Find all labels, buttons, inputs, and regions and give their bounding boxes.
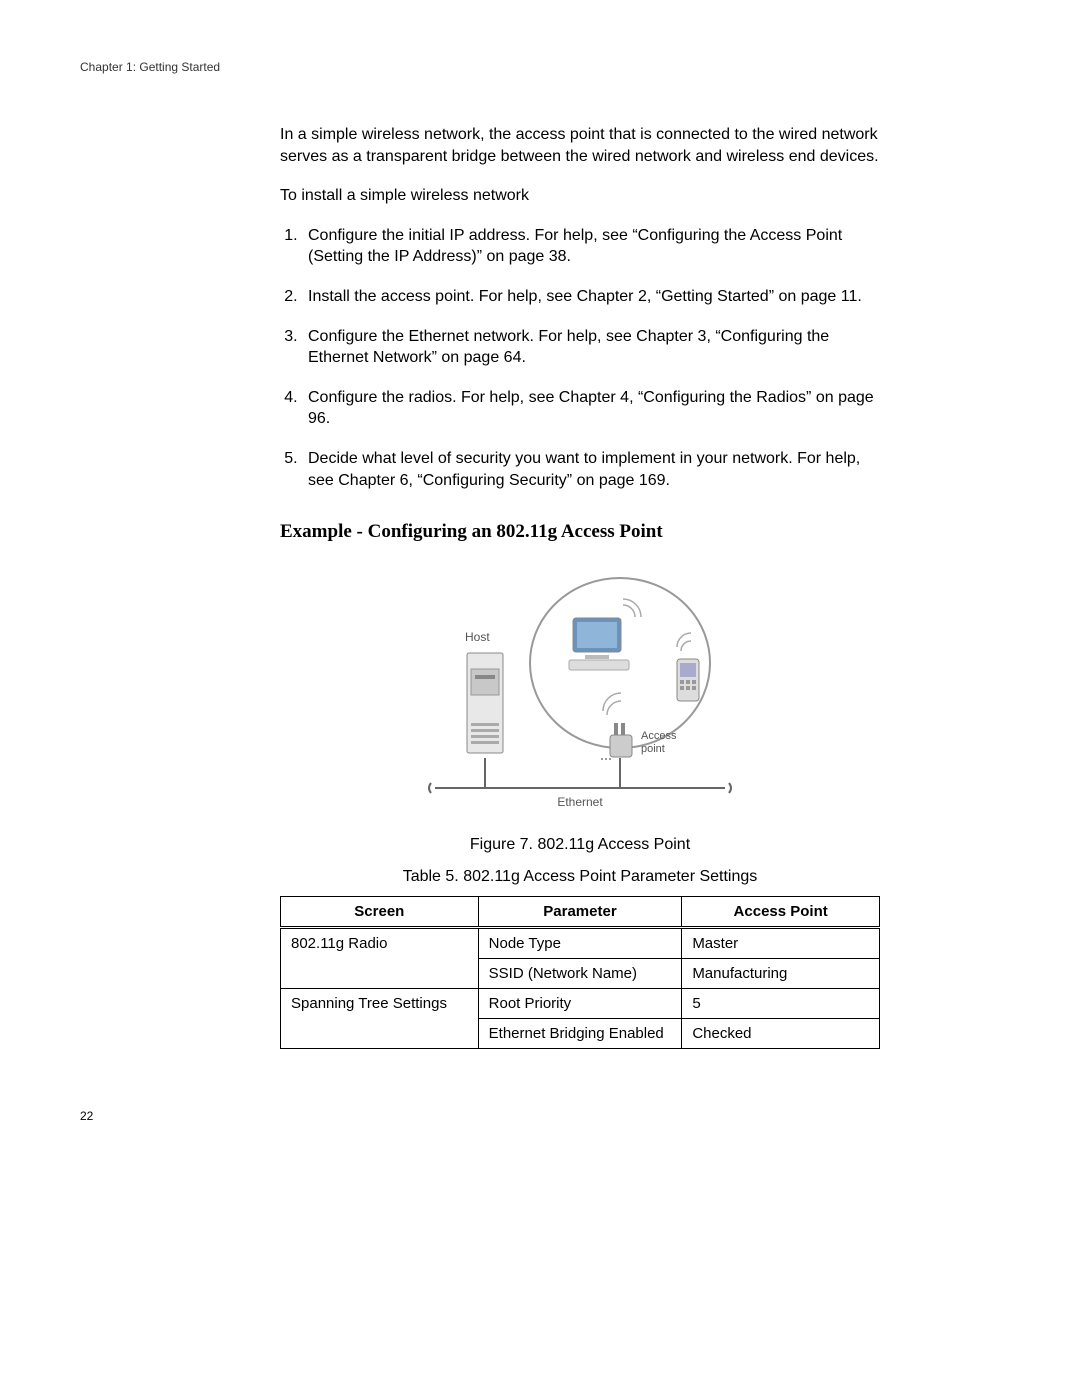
table-row: 802.11g Radio Node Type Master — [281, 928, 880, 959]
network-diagram-svg: Ethernet Host — [425, 563, 735, 813]
cell-param: Root Priority — [478, 989, 682, 1019]
col-access-point: Access Point — [682, 897, 880, 928]
network-diagram: Ethernet Host — [280, 563, 880, 818]
cell-value: 5 — [682, 989, 880, 1019]
cell-value: Master — [682, 928, 880, 959]
ap-label-2: point — [641, 743, 665, 755]
page-number: 22 — [80, 1109, 1000, 1123]
install-steps: Configure the initial IP address. For he… — [280, 225, 880, 491]
ap-label-1: Access — [641, 730, 677, 742]
cell-value: Manufacturing — [682, 959, 880, 989]
table-caption: Table 5. 802.11g Access Point Parameter … — [280, 868, 880, 886]
main-content: In a simple wireless network, the access… — [280, 124, 880, 1049]
cell-value: Checked — [682, 1019, 880, 1049]
figure-caption: Figure 7. 802.11g Access Point — [280, 836, 880, 854]
col-screen: Screen — [281, 897, 479, 928]
step-2: Install the access point. For help, see … — [302, 286, 880, 308]
step-1: Configure the initial IP address. For he… — [302, 225, 880, 268]
step-4: Configure the radios. For help, see Chap… — [302, 387, 880, 430]
cell-param: Ethernet Bridging Enabled — [478, 1019, 682, 1049]
chapter-header: Chapter 1: Getting Started — [80, 60, 1000, 74]
cell-param: SSID (Network Name) — [478, 959, 682, 989]
col-parameter: Parameter — [478, 897, 682, 928]
parameter-table: Screen Parameter Access Point 802.11g Ra… — [280, 896, 880, 1049]
step-3: Configure the Ethernet network. For help… — [302, 326, 880, 369]
step-5: Decide what level of security you want t… — [302, 448, 880, 491]
intro-paragraph: In a simple wireless network, the access… — [280, 124, 880, 167]
section-heading: Example - Configuring an 802.11g Access … — [280, 521, 880, 543]
cell-screen: 802.11g Radio — [281, 928, 479, 989]
lead-sentence: To install a simple wireless network — [280, 185, 880, 207]
table-header-row: Screen Parameter Access Point — [281, 897, 880, 928]
host-label: Host — [465, 630, 490, 644]
cell-param: Node Type — [478, 928, 682, 959]
table-row: Spanning Tree Settings Root Priority 5 — [281, 989, 880, 1019]
cell-screen: Spanning Tree Settings — [281, 989, 479, 1049]
ethernet-label: Ethernet — [557, 795, 603, 809]
